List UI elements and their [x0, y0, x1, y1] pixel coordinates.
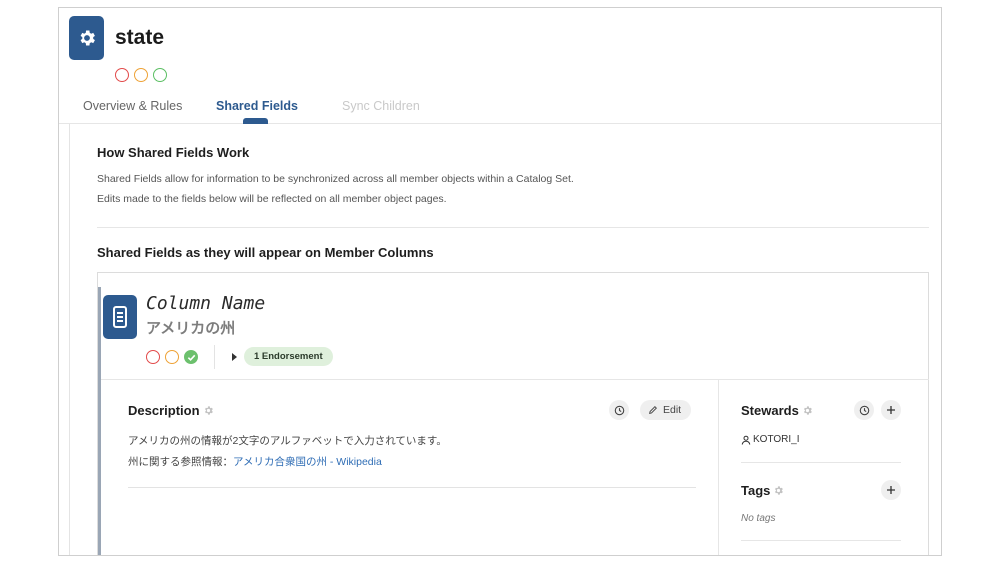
- intro-text-line-2: Edits made to the fields below will be r…: [97, 193, 447, 205]
- endorsement-badge[interactable]: 1 Endorsement: [244, 347, 333, 366]
- column-status-indicators: [146, 350, 198, 364]
- settings-gear-icon[interactable]: [802, 405, 813, 416]
- status-dot-red[interactable]: [115, 68, 129, 82]
- wikipedia-link[interactable]: アメリカ合衆国の州 - Wikipedia: [233, 456, 382, 468]
- steward-user[interactable]: KOTORI_I: [741, 434, 800, 445]
- description-text-line-1: アメリカの州の情報が2文字のアルファベットで入力されています。: [128, 435, 447, 447]
- add-tag-button[interactable]: [881, 480, 901, 500]
- preview-heading: Shared Fields as they will appear on Mem…: [97, 245, 434, 260]
- stewards-heading: Stewards: [741, 403, 799, 418]
- endorsed-check-icon[interactable]: [184, 350, 198, 364]
- steward-username: KOTORI_I: [753, 434, 800, 445]
- stewards-header: Stewards: [741, 403, 813, 418]
- tags-heading: Tags: [741, 483, 771, 498]
- clock-icon: [614, 405, 624, 415]
- tab-overview-rules[interactable]: Overview & Rules: [83, 99, 182, 113]
- page-title: state: [115, 26, 165, 49]
- clock-icon: [859, 405, 869, 415]
- page-frame: state Overview & Rules Shared Fields Syn…: [58, 7, 942, 556]
- object-type-icon: [69, 16, 104, 60]
- card-divider: [101, 379, 929, 380]
- how-it-works-heading: How Shared Fields Work: [97, 145, 250, 160]
- section-divider: [97, 227, 929, 228]
- add-steward-button[interactable]: [881, 400, 901, 420]
- intro-text-line-1: Shared Fields allow for information to b…: [97, 173, 574, 185]
- plus-icon: [887, 406, 895, 414]
- card-accent-bar: [98, 287, 101, 555]
- status-dot-red[interactable]: [146, 350, 160, 364]
- member-column-preview-card: Column Name アメリカの州 1 Endorsement Descrip…: [97, 272, 929, 555]
- tab-bar: Overview & Rules Shared Fields Sync Chil…: [59, 94, 941, 124]
- status-indicators: [115, 68, 167, 82]
- status-dot-green[interactable]: [153, 68, 167, 82]
- settings-gear-icon[interactable]: [773, 485, 784, 496]
- description-divider: [128, 487, 696, 488]
- edit-label: Edit: [663, 404, 682, 416]
- column-type-icon: [103, 295, 137, 339]
- content-edge: [69, 124, 70, 555]
- user-icon: [741, 435, 751, 445]
- active-tab-indicator: [243, 118, 268, 124]
- column-icon: [113, 306, 127, 328]
- description-header: Description: [128, 403, 214, 418]
- description-history-button[interactable]: [609, 400, 629, 420]
- tags-header: Tags: [741, 483, 784, 498]
- panel-split: [718, 380, 719, 555]
- edit-description-button[interactable]: Edit: [640, 400, 692, 420]
- no-tags-text: No tags: [741, 513, 776, 524]
- stewards-divider: [741, 462, 901, 463]
- pencil-icon: [649, 406, 657, 414]
- plus-icon: [887, 486, 895, 494]
- settings-gear-icon[interactable]: [203, 405, 214, 416]
- tab-shared-fields[interactable]: Shared Fields: [216, 99, 298, 113]
- column-name: Column Name: [146, 293, 266, 314]
- tags-divider: [741, 540, 901, 541]
- reference-label: 州に関する参照情報：: [128, 456, 233, 468]
- expand-caret-icon[interactable]: [232, 353, 237, 361]
- description-heading: Description: [128, 403, 200, 418]
- tab-sync-children: Sync Children: [342, 99, 420, 113]
- status-dot-orange[interactable]: [165, 350, 179, 364]
- description-text-line-2: 州に関する参照情報：アメリカ合衆国の州 - Wikipedia: [128, 454, 382, 469]
- status-dot-orange[interactable]: [134, 68, 148, 82]
- vertical-separator: [214, 345, 215, 369]
- stewards-history-button[interactable]: [854, 400, 874, 420]
- column-subtitle: アメリカの州: [146, 320, 236, 337]
- gear-icon: [80, 30, 95, 46]
